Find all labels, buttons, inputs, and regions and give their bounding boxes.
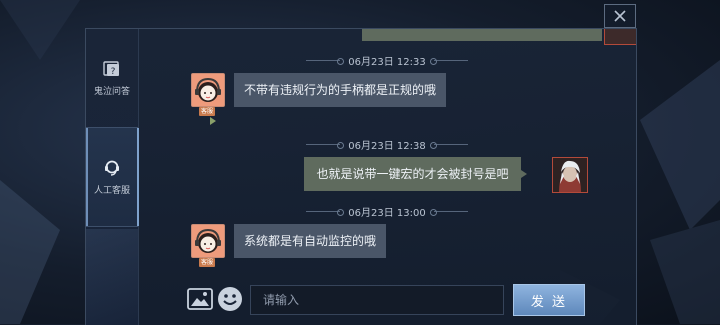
close-button[interactable] — [604, 4, 636, 28]
bubble-tail — [521, 170, 527, 178]
message-input[interactable] — [250, 285, 504, 315]
message-bubble-support: 不带有违规行为的手柄都是正规的哦 — [234, 73, 447, 107]
qa-book-icon: ? — [103, 60, 119, 77]
support-tag: 客服 — [199, 107, 215, 116]
sidebar-item-support[interactable]: 人工客服 — [86, 127, 139, 227]
sidebar-item-label: 人工客服 — [93, 185, 130, 196]
support-agent-face-icon — [192, 225, 224, 257]
support-avatar — [191, 224, 225, 258]
message-bubble-support: 系统都是有自动监控的哦 — [234, 224, 387, 258]
close-icon — [614, 10, 626, 22]
timestamp: 06月23日 13:00 — [138, 204, 636, 219]
previous-message-bubble — [362, 29, 602, 41]
image-icon[interactable] — [187, 288, 213, 310]
send-button[interactable]: 发 送 — [513, 284, 585, 316]
message-bubble-user: 也就是说带一键宏的才会被封号是吧 — [304, 157, 521, 191]
sidebar-item-qa[interactable]: ? 鬼泣问答 — [86, 29, 138, 127]
support-agent-face-icon — [192, 74, 224, 106]
chat-panel: ? 鬼泣问答 人工客服 06月23日 12:33 客服 不带有违规行为的手柄都是… — [85, 28, 637, 325]
emoji-icon[interactable] — [217, 286, 243, 312]
user-character-portrait-icon — [553, 158, 587, 192]
previous-user-avatar — [604, 29, 636, 45]
timestamp: 06月23日 12:38 — [138, 137, 636, 152]
timestamp: 06月23日 12:33 — [138, 53, 636, 68]
tag-marker — [210, 117, 216, 125]
sidebar: ? 鬼泣问答 人工客服 — [86, 29, 139, 325]
chat-area: 06月23日 12:33 客服 不带有违规行为的手柄都是正规的哦 06月23日 … — [138, 29, 636, 325]
headset-icon — [105, 160, 119, 176]
svg-text:?: ? — [111, 67, 116, 77]
sidebar-decoration — [86, 229, 138, 325]
sidebar-item-label: 鬼泣问答 — [93, 86, 130, 97]
user-avatar — [552, 157, 588, 193]
support-avatar — [191, 73, 225, 107]
support-tag: 客服 — [199, 258, 215, 267]
